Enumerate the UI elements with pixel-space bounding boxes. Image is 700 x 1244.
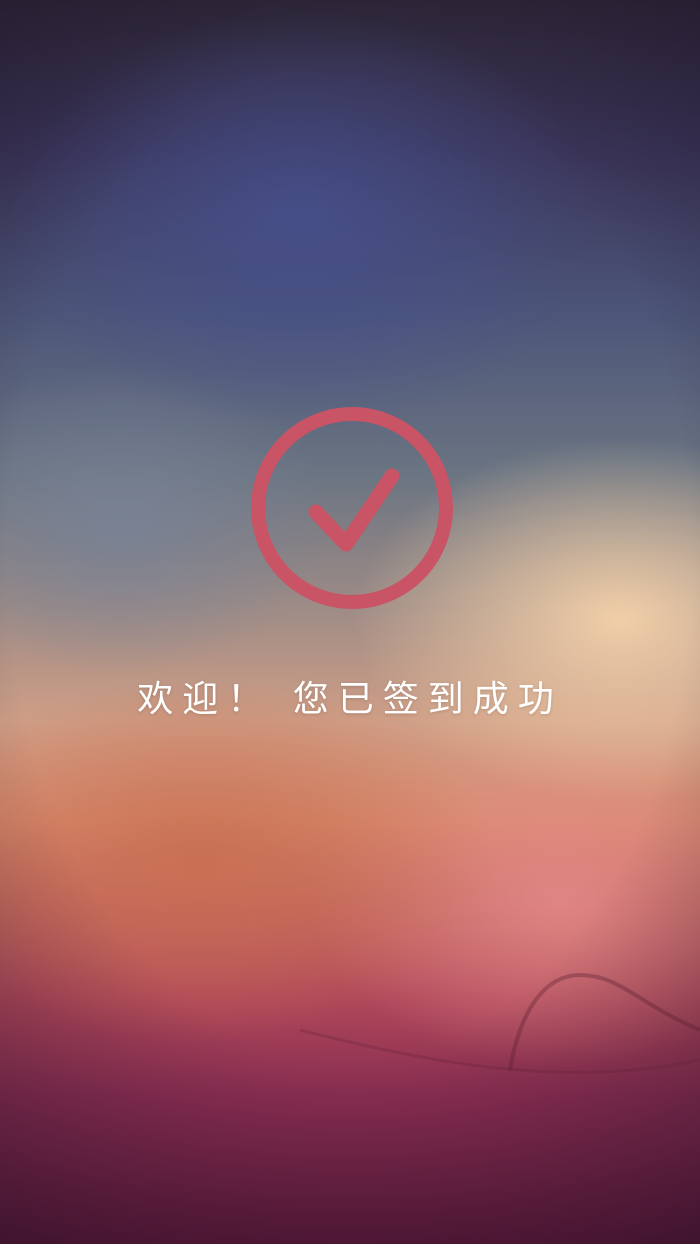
success-message: 欢迎！ 您已签到成功 [137, 679, 563, 720]
check-in-success-screen: 欢迎！ 您已签到成功 [0, 0, 700, 1244]
background-decoration [299, 972, 700, 1074]
check-circle-icon [250, 406, 454, 610]
background-vignette [0, 0, 700, 1244]
